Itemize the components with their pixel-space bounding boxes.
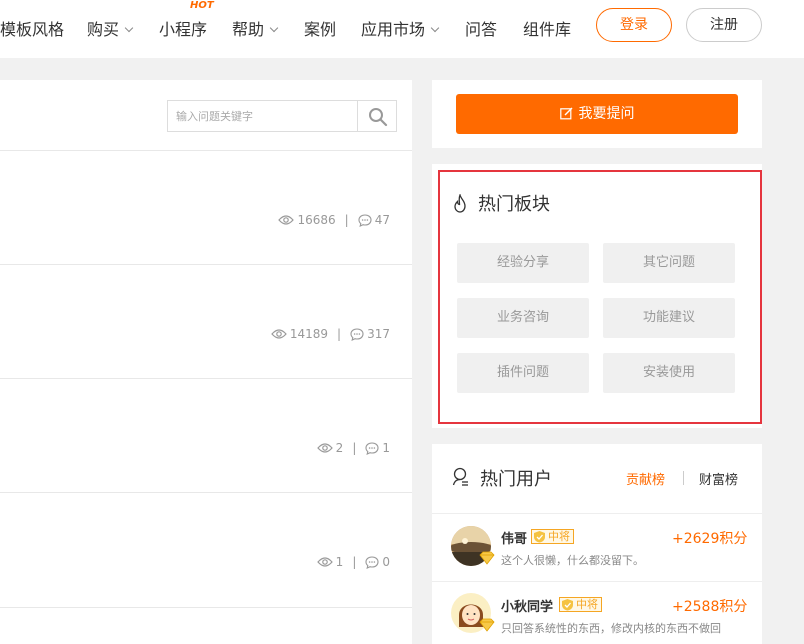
register-button[interactable]: 注册 [686, 8, 762, 42]
nav-item-components[interactable]: 组件库 [523, 16, 571, 40]
divider [0, 607, 412, 608]
ask-question-label: 我要提问 [578, 106, 635, 122]
user-name[interactable]: 伟哥 [501, 528, 527, 547]
eye-icon [316, 443, 333, 453]
board-tag-install[interactable]: 安装使用 [603, 353, 735, 393]
user-icon [452, 467, 468, 486]
search-box [167, 100, 397, 132]
question-stats: 14189 | 317 [271, 327, 390, 341]
user-description: 这个人很懒，什么都没留下。 [501, 554, 644, 567]
divider [0, 264, 412, 265]
comment-icon [358, 213, 372, 227]
user-points: +2629积分 [672, 531, 748, 547]
nav-item-purchase[interactable]: 购买 [87, 16, 134, 40]
vip-diamond-icon [479, 551, 495, 565]
comment-count: 1 [382, 441, 390, 455]
vip-diamond-icon [479, 618, 495, 632]
view-count: 2 [335, 441, 344, 455]
nav-item-cases[interactable]: 案例 [304, 16, 336, 40]
divider [432, 581, 762, 582]
login-button[interactable]: 登录 [596, 8, 672, 42]
board-tag-experience[interactable]: 经验分享 [457, 243, 589, 283]
tab-divider [683, 471, 684, 485]
comment-icon [365, 441, 379, 455]
nav-item-app-market[interactable]: 应用市场 [361, 16, 440, 40]
search-icon [369, 108, 388, 127]
chevron-down-icon [269, 23, 279, 33]
divider [0, 492, 412, 493]
question-stats: 1 | 0 [316, 555, 390, 569]
search-input[interactable] [168, 101, 358, 131]
tab-wealth[interactable]: 财富榜 [699, 469, 738, 488]
nav-item-help[interactable]: 帮助 [232, 16, 279, 40]
question-stats: 16686 | 47 [278, 213, 390, 227]
question-stats: 2 | 1 [316, 441, 390, 455]
chevron-down-icon [430, 23, 440, 33]
hot-badge: HOT [190, 0, 214, 11]
user-points: +2588积分 [672, 599, 748, 615]
divider [432, 513, 762, 514]
view-count: 14189 [289, 327, 329, 341]
question-list-panel: 16686 | 47 14189 | 317 2 | 1 1 | 0 [0, 80, 412, 644]
eye-icon [271, 329, 287, 339]
search-button[interactable] [357, 101, 396, 131]
chevron-down-icon [124, 23, 134, 33]
eye-icon [316, 557, 333, 567]
tab-contribution[interactable]: 贡献榜 [626, 469, 665, 488]
level-badge: 中将 [531, 529, 574, 544]
board-tag-feature[interactable]: 功能建议 [603, 298, 735, 338]
divider [0, 150, 412, 151]
level-badge: 中将 [559, 597, 602, 612]
top-navigation: 模板风格 购买 小程序 HOT 帮助 案例 应用市场 问答 组件库 登录 注册 [0, 0, 804, 58]
board-tag-other[interactable]: 其它问题 [603, 243, 735, 283]
shield-badge-icon [534, 531, 545, 543]
edit-icon [559, 107, 572, 120]
comment-count: 0 [382, 555, 390, 569]
eye-icon [278, 215, 295, 225]
user-description: 只回答系统性的东西，修改内核的东西不做回 [501, 622, 721, 635]
shield-badge-icon [562, 599, 573, 611]
divider [0, 378, 412, 379]
comment-icon [350, 327, 364, 341]
nav-item-template-style[interactable]: 模板风格 [0, 16, 64, 40]
nav-item-mini-program[interactable]: 小程序 [159, 16, 207, 40]
nav-item-qa[interactable]: 问答 [465, 16, 497, 40]
user-name[interactable]: 小秋同学 [501, 596, 553, 615]
view-count: 16686 [297, 213, 336, 227]
board-tag-business[interactable]: 业务咨询 [457, 298, 589, 338]
comment-icon [365, 555, 379, 569]
hot-board-title: 热门板块 [478, 194, 550, 215]
board-tag-plugin[interactable]: 插件问题 [457, 353, 589, 393]
view-count: 1 [335, 555, 344, 569]
comment-count: 47 [374, 213, 390, 227]
comment-count: 317 [367, 327, 390, 341]
ask-card: 我要提问 [432, 80, 762, 148]
ask-question-button[interactable]: 我要提问 [456, 94, 738, 134]
flame-icon [454, 194, 466, 213]
hot-users-title: 热门用户 [480, 469, 552, 490]
